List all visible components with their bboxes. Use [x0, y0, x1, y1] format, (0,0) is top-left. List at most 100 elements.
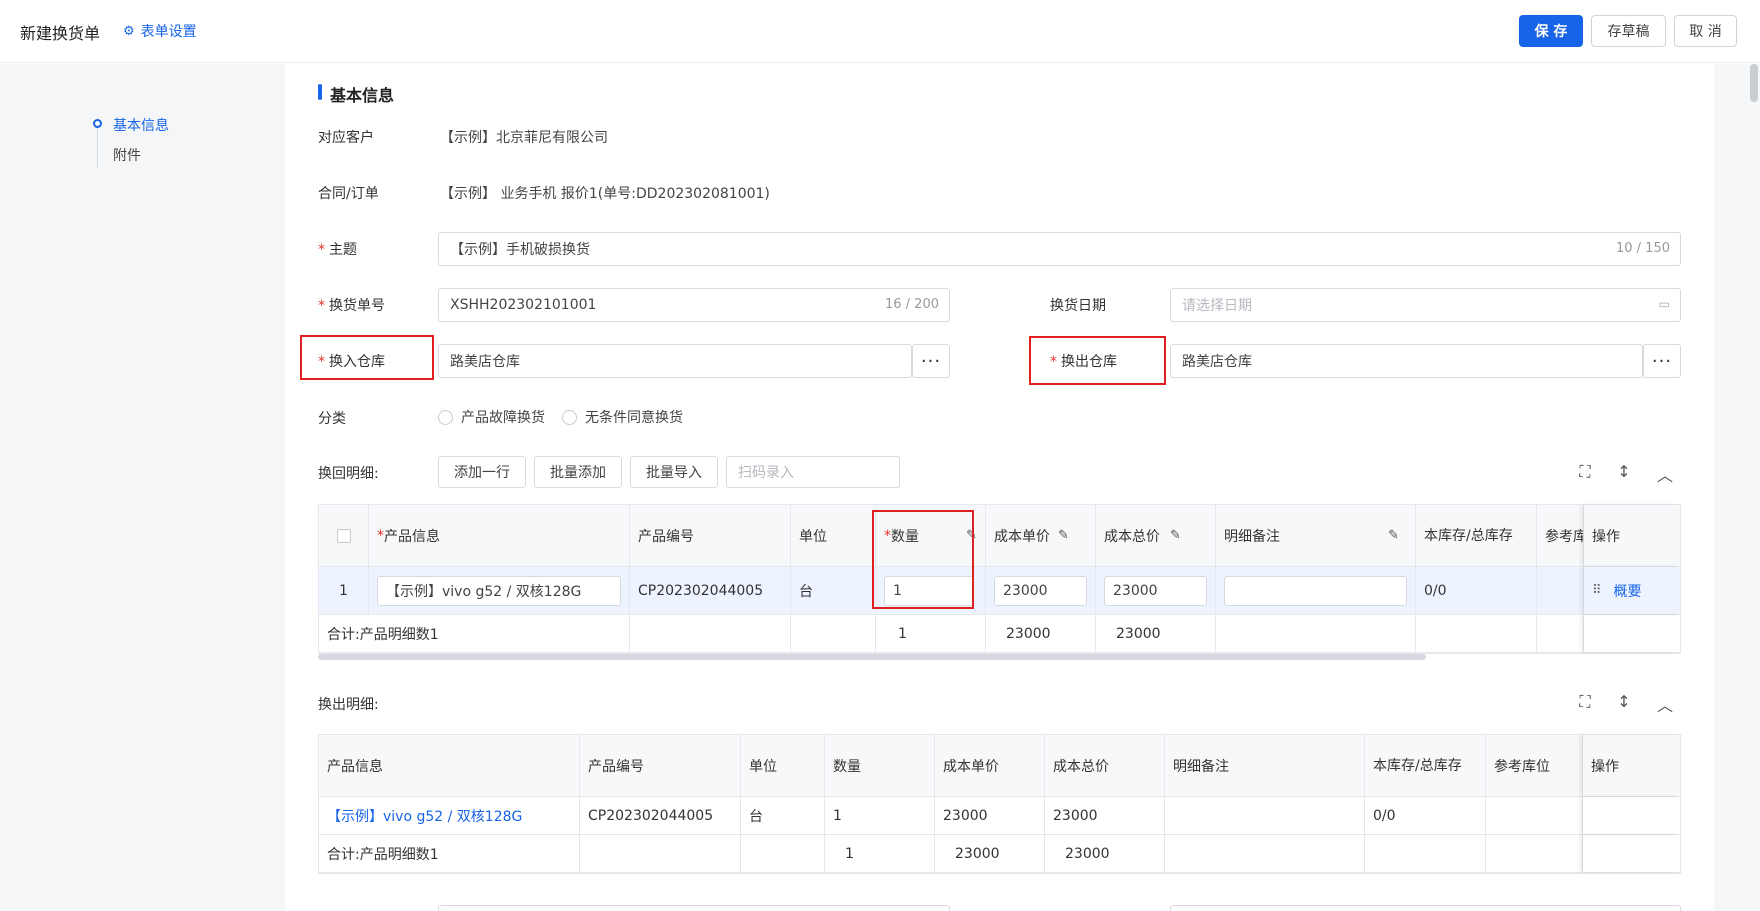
in-warehouse-value: 路美店仓库	[450, 354, 520, 370]
collapse-icon[interactable]: ︿	[1655, 462, 1675, 486]
header-product-code: 产品编号	[580, 735, 741, 796]
product-code-cell: CP202302044005	[630, 567, 791, 614]
anchor-attachments[interactable]: 附件	[113, 145, 141, 165]
total-label: 合计:产品明细数1	[319, 835, 580, 872]
header-stock: 本库存/总库存	[1365, 735, 1486, 796]
subject-value: 【示例】手机破损换货	[450, 242, 590, 258]
next-field-input[interactable]	[438, 905, 950, 911]
ref-location-cell	[1537, 567, 1584, 614]
total-cost-cell: 23000	[1045, 797, 1165, 834]
header-unit: 单位	[791, 505, 876, 566]
next-field-input[interactable]	[1170, 905, 1681, 911]
fullscreen-icon[interactable]: ⛶	[1575, 692, 1595, 712]
fullscreen-icon[interactable]: ⛶	[1575, 462, 1595, 482]
exchange-number-value: XSHH202302101001	[450, 297, 597, 313]
exchange-date-placeholder: 请选择日期	[1182, 298, 1252, 314]
side-panel	[0, 64, 285, 911]
exchange-date-input[interactable]: 请选择日期 ▭	[1170, 288, 1681, 322]
cancel-button[interactable]: 取 消	[1674, 15, 1737, 47]
exchange-number-input[interactable]: XSHH202302101001 16 / 200	[438, 288, 950, 322]
vertical-resize-icon[interactable]: ↕	[1614, 462, 1634, 481]
out-warehouse-value: 路美店仓库	[1182, 354, 1252, 370]
subject-label-text: 主题	[329, 242, 357, 258]
page-title: 新建换货单	[20, 24, 101, 43]
anchor-basic-info[interactable]: 基本信息	[113, 115, 169, 135]
ref-location-cell	[1486, 797, 1583, 834]
highlight-box-quantity	[872, 510, 974, 609]
section-title: 基本信息	[330, 86, 395, 105]
gear-icon: ⚙	[123, 23, 135, 39]
category-radio-unconditional-label: 无条件同意换货	[585, 410, 683, 426]
total-empty-cell	[1165, 835, 1365, 872]
in-warehouse-input[interactable]: 路美店仓库	[438, 344, 912, 378]
header-unit-cost: 成本单价	[935, 735, 1045, 796]
pencil-icon[interactable]: ✎	[1170, 528, 1181, 543]
total-empty-cell	[791, 615, 876, 652]
table-horizontal-scrollbar[interactable]	[318, 654, 1426, 660]
drag-handle-icon[interactable]: ⠿	[1592, 583, 1602, 598]
header-unit-cost-text: 成本单价	[994, 528, 1050, 545]
select-all-checkbox[interactable]	[336, 528, 351, 543]
unit-cost-input[interactable]: 23000	[994, 575, 1087, 606]
total-quantity: 1	[876, 615, 986, 652]
out-warehouse-picker-button[interactable]: ···	[1643, 344, 1681, 378]
out-detail-table: 产品信息 产品编号 单位 数量 成本单价 成本总价 明细备注 本库存/总库存 参…	[318, 734, 1681, 874]
pencil-icon[interactable]: ✎	[1058, 528, 1069, 543]
category-radio-unconditional[interactable]: 无条件同意换货	[562, 407, 683, 427]
page-scrollbar[interactable]	[1750, 64, 1758, 102]
scan-input[interactable]: 扫码录入	[726, 456, 900, 488]
stock-cell: 0/0	[1365, 797, 1486, 834]
right-gutter	[1714, 64, 1760, 911]
batch-add-button[interactable]: 批量添加	[534, 456, 622, 488]
radio-circle	[438, 409, 453, 425]
header-note: 明细备注	[1165, 735, 1365, 796]
out-warehouse-input[interactable]: 路美店仓库	[1170, 344, 1643, 378]
anchor-active-dot	[93, 119, 102, 128]
header-product-code: 产品编号	[630, 505, 791, 566]
note-input[interactable]	[1224, 575, 1407, 606]
product-link[interactable]: 【示例】vivo g52 / 双核128G	[319, 797, 580, 834]
product-input[interactable]: 【示例】vivo g52 / 双核128G	[377, 575, 621, 606]
header-product-info: * 产品信息	[369, 505, 630, 566]
total-empty-cell	[1486, 835, 1583, 872]
total-empty-cell	[580, 835, 741, 872]
category-radio-fault[interactable]: 产品故障换货	[438, 407, 545, 427]
batch-import-button[interactable]: 批量导入	[630, 456, 718, 488]
table-header-row: * 产品信息 产品编号 单位 * 数量 ✎ 成本单价 ✎ 成本总价 ✎ 明细备注 ✎ 本库存…	[319, 505, 1680, 567]
in-warehouse-picker-button[interactable]: ···	[912, 344, 950, 378]
unit-cost-cell: 23000	[935, 797, 1045, 834]
collapse-icon[interactable]: ︿	[1655, 692, 1675, 716]
total-empty-cell	[1584, 615, 1680, 652]
total-unit-cost: 23000	[986, 615, 1096, 652]
note-cell	[1216, 567, 1416, 614]
table-total-row: 合计:产品明细数1 1 23000 23000	[319, 615, 1680, 653]
quantity-cell: 1	[825, 797, 935, 834]
top-bar: 新建换货单 ⚙ 表单设置 保 存 存草稿 取 消	[0, 0, 1760, 63]
note-cell	[1165, 797, 1365, 834]
header-total-cost: 成本总价 ✎	[1096, 505, 1216, 566]
save-button[interactable]: 保 存	[1519, 15, 1583, 47]
total-cost-input[interactable]: 23000	[1104, 575, 1207, 606]
product-cell: 【示例】vivo g52 / 双核128G	[369, 567, 630, 614]
header-note: 明细备注 ✎	[1216, 505, 1416, 566]
pencil-icon[interactable]: ✎	[1388, 528, 1399, 543]
add-row-button[interactable]: 添加一行	[438, 456, 526, 488]
category-radio-fault-label: 产品故障换货	[461, 410, 545, 426]
exchange-number-counter: 16 / 200	[885, 297, 939, 312]
select-all-cell	[319, 505, 369, 566]
total-empty-cell	[1365, 835, 1486, 872]
unit-cost-cell: 23000	[986, 567, 1096, 614]
vertical-resize-icon[interactable]: ↕	[1614, 692, 1634, 711]
radio-circle	[562, 409, 577, 425]
header-product-info: 产品信息	[319, 735, 580, 796]
highlight-box-in-warehouse	[300, 335, 434, 380]
table-header-row: 产品信息 产品编号 单位 数量 成本单价 成本总价 明细备注 本库存/总库存 参…	[319, 735, 1680, 797]
customer-label: 对应客户	[318, 130, 374, 146]
header-total-cost: 成本总价	[1045, 735, 1165, 796]
header-ref-location: 参考库	[1537, 505, 1584, 566]
form-settings-link[interactable]: ⚙ 表单设置	[123, 21, 197, 41]
save-draft-button[interactable]: 存草稿	[1591, 15, 1666, 47]
summary-link[interactable]: 概要	[1614, 581, 1642, 601]
subject-input[interactable]: 【示例】手机破损换货 10 / 150	[438, 232, 1681, 266]
total-empty-cell	[630, 615, 791, 652]
